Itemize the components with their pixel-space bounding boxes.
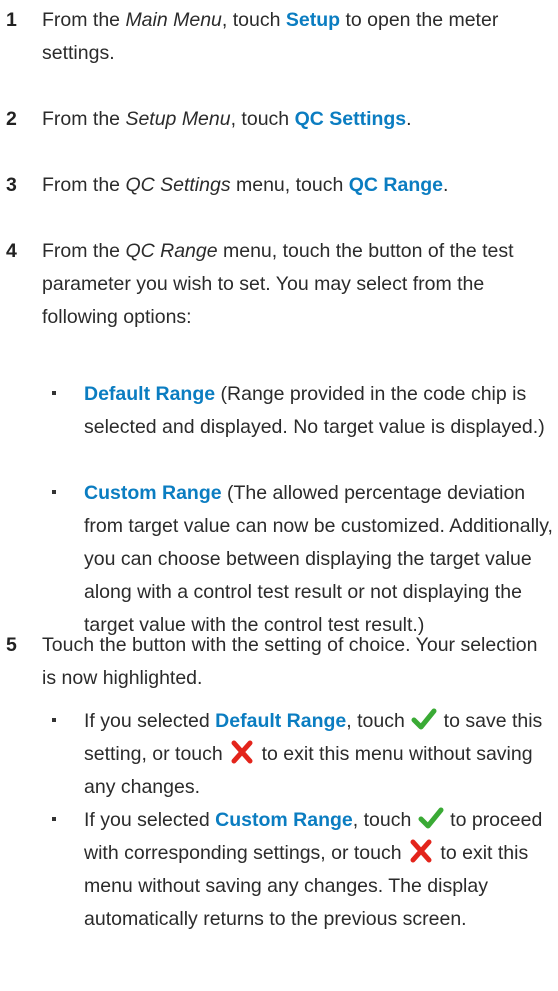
menu-name: Main Menu — [125, 9, 222, 31]
keyword-term: Setup — [285, 9, 341, 31]
step-text: Touch the button with the setting of cho… — [42, 629, 556, 695]
text-run: From the — [42, 9, 126, 31]
text-run: From the — [42, 174, 126, 196]
bullet-marker — [52, 718, 56, 722]
cross-icon — [229, 739, 255, 765]
menu-name: QC Settings — [125, 174, 231, 196]
text-run: , touch — [346, 710, 411, 732]
menu-name: Setup Menu — [125, 108, 231, 130]
text-run: menu, touch — [230, 174, 349, 196]
keyword-term: QC Range — [348, 174, 443, 196]
text-run: If you selected — [84, 710, 216, 732]
text-run: Touch the button with the setting of cho… — [42, 634, 538, 689]
text-run: From the — [42, 240, 126, 262]
step-number: 2 — [6, 108, 17, 130]
bullet-text: Default Range (Range provided in the cod… — [84, 378, 556, 444]
step-3: 3 From the QC Settings menu, touch QC Ran… — [0, 169, 556, 202]
bullet-text: If you selected Default Range, touch to … — [84, 705, 556, 804]
keyword-term: Default Range — [84, 383, 216, 405]
text-run: . — [443, 174, 449, 196]
step-5: 5 Touch the button with the setting of ch… — [0, 629, 556, 930]
bullet-item: If you selected Custom Range, touch to p… — [42, 804, 556, 936]
step-4: 4 From the QC Range menu, touch the butto… — [0, 235, 556, 636]
bullet-item: Default Range (Range provided in the cod… — [42, 378, 556, 444]
bullet-item: If you selected Default Range, touch to … — [42, 705, 556, 804]
step-text: From the Main Menu, touch Setup to open … — [42, 4, 556, 70]
bullet-item: Custom Range (The allowed percentage dev… — [42, 477, 556, 642]
keyword-term: Custom Range — [84, 482, 222, 504]
text-run: , touch — [352, 809, 417, 831]
text-run: . — [406, 108, 412, 130]
keyword-term: Custom Range — [215, 809, 353, 831]
step-number: 1 — [6, 9, 17, 31]
checkmark-icon — [411, 706, 437, 732]
cross-icon — [408, 838, 434, 864]
text-run: (The allowed percentage deviation from t… — [84, 482, 553, 636]
step-number: 5 — [6, 634, 17, 656]
menu-name: QC Range — [125, 240, 218, 262]
bullet-text: Custom Range (The allowed percentage dev… — [84, 477, 556, 642]
step-text: From the QC Range menu, touch the button… — [42, 235, 556, 334]
bullet-text: If you selected Custom Range, touch to p… — [84, 804, 556, 936]
text-run: If you selected — [84, 809, 216, 831]
text-run: , touch — [230, 108, 295, 130]
text-run: , touch — [221, 9, 286, 31]
text-run: From the — [42, 108, 126, 130]
step-2: 2 From the Setup Menu, touch QC Settings. — [0, 103, 556, 136]
step-number: 3 — [6, 174, 17, 196]
step-1: 1 From the Main Menu, touch Setup to open… — [0, 4, 556, 70]
step-text: From the QC Settings menu, touch QC Rang… — [42, 169, 556, 202]
keyword-term: QC Settings — [294, 108, 407, 130]
step-number: 4 — [6, 240, 17, 262]
keyword-term: Default Range — [215, 710, 347, 732]
step-text: From the Setup Menu, touch QC Settings. — [42, 103, 556, 136]
bullet-marker — [52, 817, 56, 821]
bullet-marker — [52, 391, 56, 395]
checkmark-icon — [418, 805, 444, 831]
bullet-marker — [52, 490, 56, 494]
